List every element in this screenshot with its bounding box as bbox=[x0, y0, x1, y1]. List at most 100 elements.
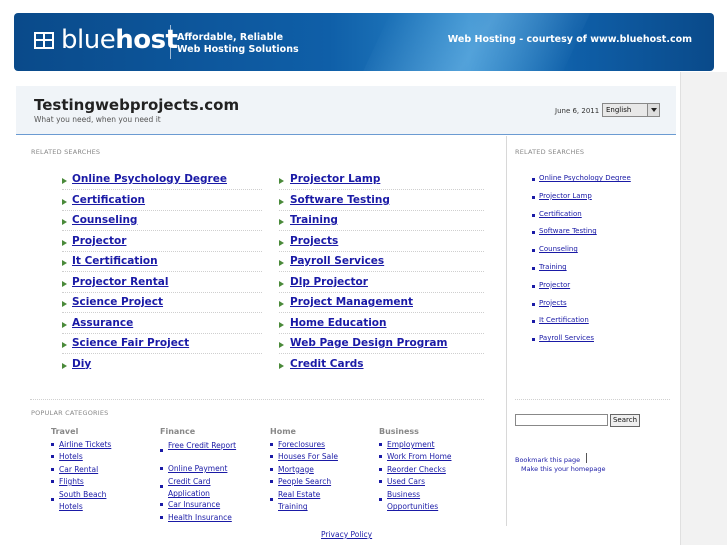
privacy-policy-link[interactable]: Privacy Policy bbox=[321, 530, 372, 539]
sidebar-related-link[interactable]: Counseling bbox=[539, 245, 578, 253]
category-link[interactable]: Employment bbox=[387, 440, 435, 449]
category-heading: Business bbox=[379, 427, 419, 436]
category-link[interactable]: Business Opportunities bbox=[387, 489, 459, 513]
row-divider bbox=[62, 189, 262, 190]
bullet-icon bbox=[270, 443, 273, 446]
arrow-bullet-icon bbox=[62, 239, 67, 246]
bullet-icon bbox=[532, 302, 535, 306]
category-link[interactable]: Car Insurance bbox=[168, 500, 220, 509]
sidebar-related-link[interactable]: Payroll Services bbox=[539, 334, 594, 342]
arrow-bullet-icon bbox=[62, 219, 67, 225]
bullet-icon bbox=[532, 267, 535, 270]
logo-bold-text: host bbox=[115, 25, 178, 55]
related-search-link[interactable]: Web Page Design Program bbox=[290, 337, 447, 349]
category-link[interactable]: Flights bbox=[59, 477, 84, 486]
related-search-link[interactable]: Payroll Services bbox=[290, 255, 384, 267]
arrow-bullet-icon bbox=[279, 260, 284, 266]
category-link[interactable]: Free Credit Report bbox=[168, 440, 240, 452]
sidebar-related-searches-label: RELATED SEARCHES bbox=[515, 148, 585, 156]
bullet-icon bbox=[379, 443, 382, 446]
arrow-bullet-icon bbox=[62, 178, 67, 184]
scrollbar[interactable] bbox=[680, 72, 727, 545]
related-search-link[interactable]: Credit Cards bbox=[290, 358, 364, 370]
bullet-icon bbox=[532, 249, 535, 253]
homepage-link[interactable]: Make this your homepage bbox=[521, 465, 605, 473]
related-search-link[interactable]: Software Testing bbox=[290, 194, 390, 206]
sidebar-related-link[interactable]: It Certification bbox=[539, 316, 589, 324]
related-search-link[interactable]: Dlp Projector bbox=[290, 276, 368, 288]
row-divider bbox=[62, 291, 262, 293]
page-tagline: What you need, when you need it bbox=[34, 115, 161, 124]
related-search-link[interactable]: Projects bbox=[290, 235, 338, 247]
arrow-bullet-icon bbox=[62, 280, 67, 287]
bluehost-logo-icon bbox=[34, 32, 54, 49]
category-link[interactable]: Health Insurance bbox=[168, 513, 232, 522]
arrow-bullet-icon bbox=[279, 280, 284, 287]
sidebar-related-link[interactable]: Projector bbox=[539, 281, 570, 289]
bullet-icon bbox=[379, 455, 382, 459]
bullet-icon bbox=[532, 320, 535, 324]
row-divider bbox=[279, 250, 484, 252]
sidebar-related-link[interactable]: Certification bbox=[539, 210, 582, 218]
related-search-link[interactable]: Home Education bbox=[290, 317, 387, 329]
banner-tagline-line1: Affordable, Reliable bbox=[177, 32, 284, 43]
sidebar-related-link[interactable]: Projects bbox=[539, 299, 567, 307]
bluehost-logo[interactable]: bluehost bbox=[61, 25, 178, 55]
search-button[interactable]: Search bbox=[610, 414, 640, 427]
related-search-link[interactable]: Science Project bbox=[72, 296, 163, 308]
category-link[interactable]: Car Rental bbox=[59, 465, 98, 474]
arrow-bullet-icon bbox=[279, 301, 284, 307]
bullet-icon bbox=[160, 449, 163, 452]
chevron-down-icon[interactable] bbox=[647, 104, 659, 116]
row-divider bbox=[62, 271, 262, 272]
category-link[interactable]: Mortgage bbox=[278, 465, 314, 474]
related-search-link[interactable]: Online Psychology Degree bbox=[72, 173, 227, 185]
category-link[interactable]: Reorder Checks bbox=[387, 465, 446, 474]
related-search-link[interactable]: Science Fair Project bbox=[72, 337, 189, 349]
category-link[interactable]: Airline Tickets bbox=[59, 440, 111, 449]
related-search-link[interactable]: Diy bbox=[72, 358, 91, 370]
popular-categories-label: POPULAR CATEGORIES bbox=[31, 409, 109, 417]
category-link[interactable]: South Beach Hotels bbox=[59, 489, 131, 513]
category-link[interactable]: Online Payment bbox=[168, 464, 227, 473]
related-search-link[interactable]: Counseling bbox=[72, 214, 137, 226]
arrow-bullet-icon bbox=[279, 362, 284, 369]
sidebar-related-link[interactable]: Online Psychology Degree bbox=[539, 174, 631, 182]
category-link[interactable]: Work From Home bbox=[387, 452, 452, 461]
bluehost-banner[interactable]: bluehost Affordable, Reliable Web Hostin… bbox=[14, 13, 714, 71]
row-divider bbox=[279, 332, 484, 334]
category-link[interactable]: Credit Card Application bbox=[168, 476, 240, 500]
sidebar-related-link[interactable]: Software Testing bbox=[539, 227, 597, 235]
banner-courtesy[interactable]: Web Hosting - courtesy of www.bluehost.c… bbox=[448, 34, 692, 45]
language-selected: English bbox=[606, 106, 632, 114]
category-link[interactable]: Foreclosures bbox=[278, 440, 325, 449]
category-link[interactable]: Real Estate Training bbox=[278, 489, 350, 513]
related-search-link[interactable]: Projector Rental bbox=[72, 276, 168, 288]
banner-tagline-line2: Web Hosting Solutions bbox=[177, 44, 299, 55]
related-search-link[interactable]: It Certification bbox=[72, 255, 158, 267]
row-divider bbox=[279, 209, 484, 211]
bullet-icon bbox=[532, 231, 535, 235]
arrow-bullet-icon bbox=[62, 342, 67, 348]
category-link[interactable]: Used Cars bbox=[387, 477, 425, 486]
related-search-link[interactable]: Certification bbox=[72, 194, 145, 206]
bullet-icon bbox=[51, 455, 54, 459]
sidebar-related-link[interactable]: Projector Lamp bbox=[539, 192, 592, 200]
bookmark-link[interactable]: Bookmark this page bbox=[515, 456, 580, 464]
related-search-link[interactable]: Projector Lamp bbox=[290, 173, 380, 185]
category-link[interactable]: Hotels bbox=[59, 452, 83, 461]
bullet-icon bbox=[532, 338, 535, 342]
related-search-link[interactable]: Project Management bbox=[290, 296, 413, 308]
sidebar-related-link[interactable]: Training bbox=[539, 263, 567, 271]
language-select[interactable]: English bbox=[602, 103, 660, 117]
category-link[interactable]: People Search bbox=[278, 477, 331, 486]
category-link[interactable]: Houses For Sale bbox=[278, 452, 338, 461]
search-input[interactable] bbox=[515, 414, 608, 426]
bullet-icon bbox=[160, 515, 163, 519]
related-search-link[interactable]: Training bbox=[290, 214, 338, 226]
related-search-link[interactable]: Projector bbox=[72, 235, 126, 247]
related-search-link[interactable]: Assurance bbox=[72, 317, 133, 329]
bullet-icon bbox=[532, 178, 535, 181]
logo-light-text: blue bbox=[61, 25, 116, 55]
bullet-icon bbox=[532, 195, 535, 199]
